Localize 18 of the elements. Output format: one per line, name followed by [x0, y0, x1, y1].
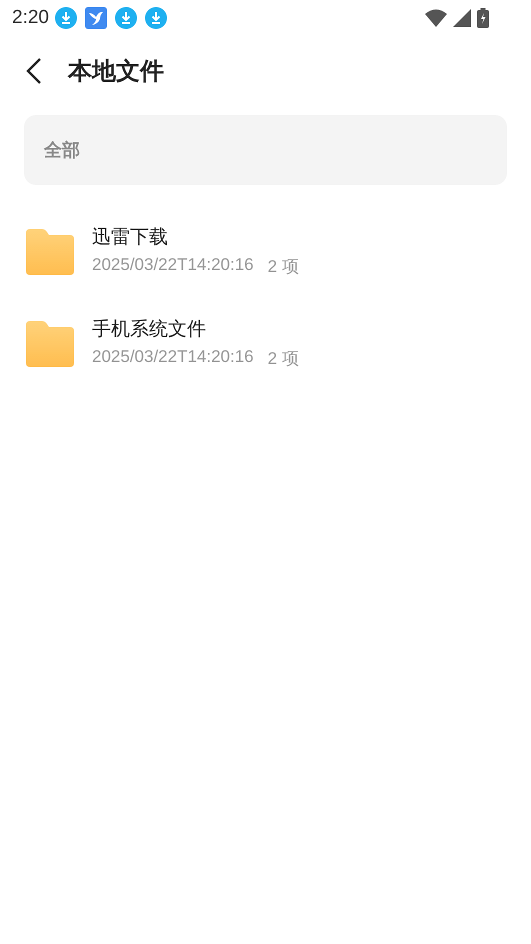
download-icon — [114, 7, 137, 29]
download-icon — [144, 7, 167, 29]
filter-label: 全部 — [44, 139, 80, 162]
folder-name[interactable]: 迅雷下载 — [92, 224, 299, 250]
signal-icon — [453, 9, 471, 27]
page-title: 本地文件 — [68, 56, 164, 87]
status-time: 2:20 — [12, 7, 49, 29]
item-count: 2 项 — [268, 348, 299, 370]
folder-date: 2025/03/22T14:20:16 — [92, 255, 254, 276]
folder-icon[interactable] — [26, 227, 74, 275]
folder-name[interactable]: 手机系统文件 — [92, 316, 299, 342]
bird-icon — [84, 7, 107, 29]
battery-icon — [477, 8, 489, 28]
item-count: 2 项 — [268, 256, 299, 278]
folder-date: 2025/03/22T14:20:16 — [92, 347, 254, 368]
download-icon — [54, 7, 77, 29]
wifi-icon — [425, 9, 447, 27]
folder-icon[interactable] — [26, 319, 74, 367]
